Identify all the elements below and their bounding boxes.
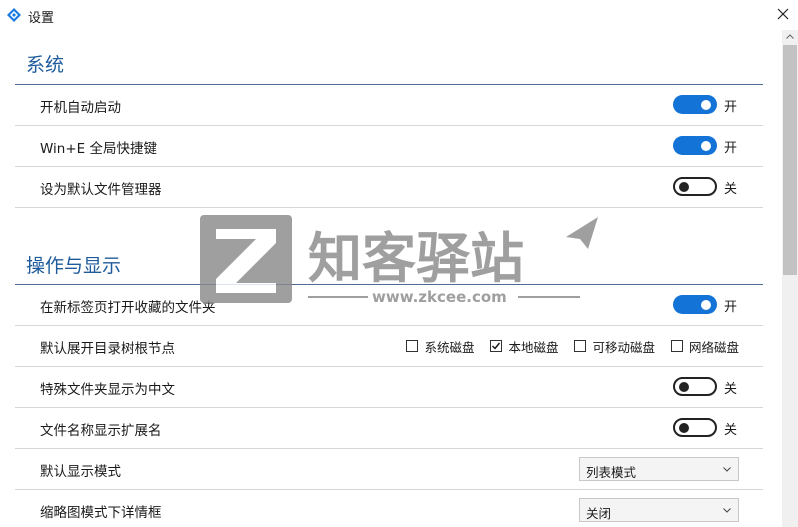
toggle-switch <box>673 95 717 114</box>
row-default-file-manager: 设为默认文件管理器 关 <box>15 167 763 208</box>
select-value: 列表模式 <box>586 465 637 480</box>
checkbox-label: 可移动磁盘 <box>592 339 655 355</box>
vertical-scrollbar[interactable] <box>782 30 798 527</box>
autostart-toggle[interactable]: 开 <box>673 95 739 115</box>
toggle-state-text: 关 <box>724 382 738 397</box>
checkbox-label: 系统磁盘 <box>424 339 475 355</box>
toggle-switch <box>673 377 717 396</box>
chevron-down-icon <box>723 467 731 472</box>
scroll-thumb[interactable] <box>783 45 797 275</box>
view-mode-label: 默认显示模式 <box>40 464 121 480</box>
toggle-switch <box>673 418 717 437</box>
default-fm-toggle[interactable]: 关 <box>673 177 739 197</box>
checkbox-label: 网络磁盘 <box>688 339 739 355</box>
expand-tree-label: 默认展开目录树根节点 <box>40 341 175 357</box>
open-fav-newtab-label: 在新标签页打开收藏的文件夹 <box>40 300 216 316</box>
row-show-extension: 文件名称显示扩展名 关 <box>15 408 763 449</box>
view-mode-select[interactable]: 列表模式 <box>579 457 739 481</box>
row-thumbnail-detail: 缩略图模式下详情框 关闭 <box>15 490 763 527</box>
window-title: 设置 <box>28 11 55 26</box>
autostart-label: 开机自动启动 <box>40 100 121 116</box>
toggle-switch <box>673 177 717 196</box>
default-fm-label: 设为默认文件管理器 <box>40 182 162 198</box>
row-special-folder-chinese: 特殊文件夹显示为中文 关 <box>15 367 763 408</box>
thumb-detail-select[interactable]: 关闭 <box>579 498 739 522</box>
checkbox-local-disk[interactable]: 本地磁盘 <box>490 338 559 355</box>
checkbox-system-disk[interactable]: 系统磁盘 <box>406 338 475 355</box>
toggle-knob <box>679 422 689 433</box>
chevron-down-icon <box>723 508 731 513</box>
select-value: 关闭 <box>586 506 612 521</box>
toggle-state-text: 开 <box>724 100 738 115</box>
toggle-switch <box>673 136 717 155</box>
thumb-detail-label: 缩略图模式下详情框 <box>40 505 162 521</box>
chevron-up-icon <box>786 34 794 39</box>
app-logo-icon <box>7 8 21 22</box>
toggle-knob <box>679 381 689 392</box>
checkbox-network-disk[interactable]: 网络磁盘 <box>670 338 739 355</box>
section-title-operation-display: 操作与显示 <box>26 255 122 277</box>
title-bar: 设置 <box>0 0 798 30</box>
toggle-knob <box>701 140 711 151</box>
toggle-state-text: 开 <box>724 141 738 156</box>
scroll-up-button[interactable] <box>782 30 798 44</box>
row-autostart: 开机自动启动 开 <box>15 85 763 126</box>
section-title-system: 系统 <box>26 54 65 76</box>
row-win-e-hotkey: Win+E 全局快捷键 开 <box>15 126 763 167</box>
toggle-switch <box>673 295 717 314</box>
open-fav-newtab-toggle[interactable]: 开 <box>673 295 739 315</box>
toggle-state-text: 关 <box>724 423 738 438</box>
expand-tree-options: 系统磁盘 本地磁盘 可移动磁盘 网络磁盘 <box>406 338 739 355</box>
checkbox-label: 本地磁盘 <box>508 339 559 355</box>
checkbox-box <box>574 340 587 352</box>
special-cn-label: 特殊文件夹显示为中文 <box>40 382 175 398</box>
show-ext-label: 文件名称显示扩展名 <box>40 423 162 439</box>
toggle-knob <box>701 299 711 310</box>
special-cn-toggle[interactable]: 关 <box>673 377 739 397</box>
checkbox-box <box>406 340 419 352</box>
win-e-label: Win+E 全局快捷键 <box>40 141 157 157</box>
toggle-state-text: 关 <box>724 182 738 197</box>
row-open-fav-newtab: 在新标签页打开收藏的文件夹 开 <box>15 285 763 326</box>
toggle-state-text: 开 <box>724 300 738 315</box>
show-ext-toggle[interactable]: 关 <box>673 418 739 438</box>
close-button[interactable] <box>768 0 798 30</box>
checkbox-box <box>670 340 683 352</box>
checkmark-icon <box>492 342 501 350</box>
checkbox-box <box>490 340 503 352</box>
checkbox-removable-disk[interactable]: 可移动磁盘 <box>574 338 655 355</box>
toggle-knob <box>679 181 689 192</box>
close-icon <box>777 8 789 20</box>
toggle-knob <box>701 99 711 110</box>
row-expand-tree: 默认展开目录树根节点 系统磁盘 本地磁盘 可移动磁盘 网络磁盘 <box>15 326 763 367</box>
win-e-toggle[interactable]: 开 <box>673 136 739 156</box>
settings-content: 系统 开机自动启动 开 Win+E 全局快捷键 开 设为默认文件管理器 关 操作… <box>0 30 782 527</box>
row-view-mode: 默认显示模式 列表模式 <box>15 449 763 490</box>
